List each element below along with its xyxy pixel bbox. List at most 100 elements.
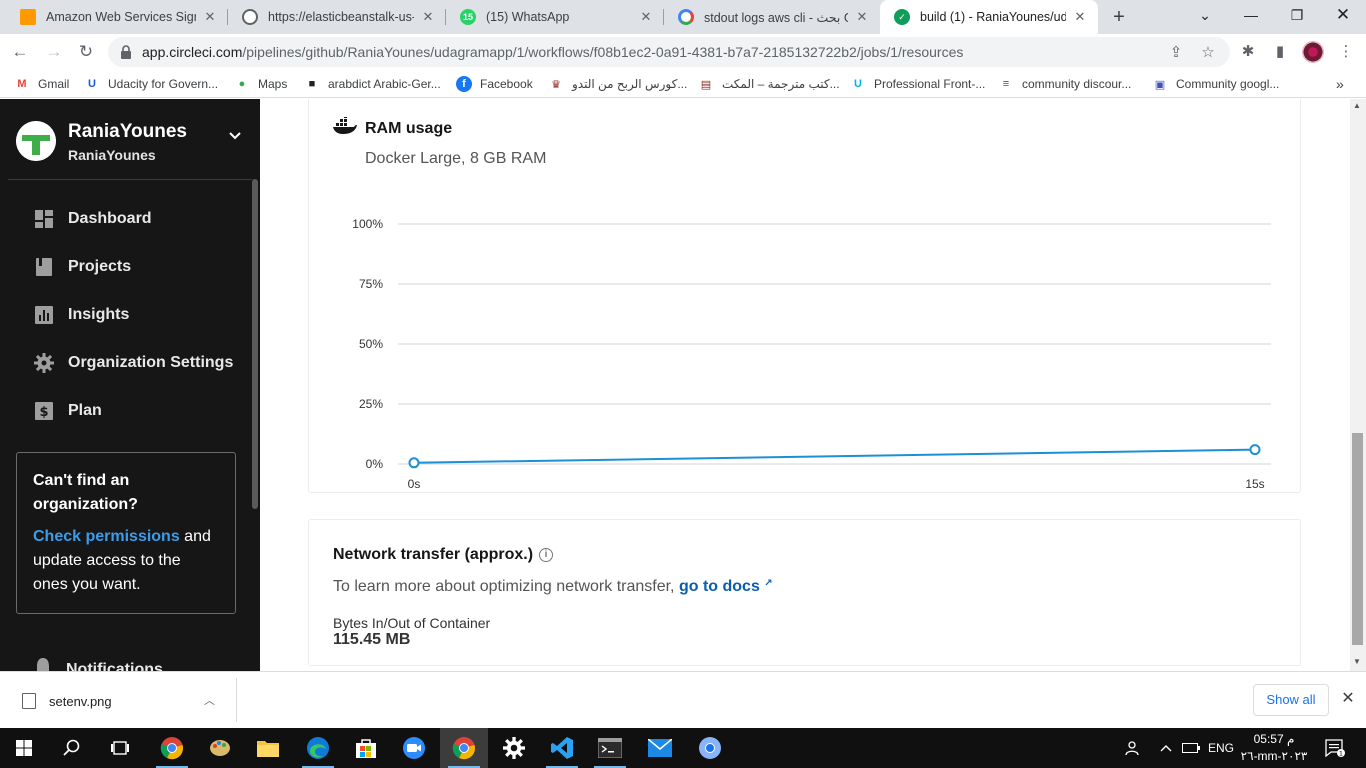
clock-time: 05:57 م	[1253, 732, 1295, 746]
store-icon[interactable]	[342, 728, 390, 768]
tab-aws[interactable]: Amazon Web Services Sign-In ✕	[6, 0, 228, 34]
discourse-icon: ≡	[1002, 78, 1010, 90]
tab-title: https://elasticbeanstalk-us-ea	[268, 10, 414, 24]
udacity-icon: U	[88, 78, 96, 90]
bookmark-community-discourse[interactable]: ≡ community discour...	[998, 75, 1132, 93]
page-scrollbar[interactable]: ▲ ▼	[1350, 99, 1366, 671]
chrome-active-icon[interactable]	[440, 728, 488, 768]
series-line	[413, 448, 1256, 464]
maps-pin-icon: ●	[238, 78, 246, 90]
org-avatar[interactable]	[16, 121, 56, 161]
arabdict-icon: ■	[308, 78, 316, 90]
paint-icon[interactable]	[196, 728, 244, 768]
tab-circleci-build[interactable]: ✓ build (1) - RaniaYounes/udag ✕	[880, 0, 1098, 34]
vscode-icon[interactable]	[538, 728, 586, 768]
info-icon[interactable]: i	[539, 548, 554, 562]
side-panel-icon[interactable]: ▮	[1270, 42, 1290, 62]
tab-search-button[interactable]: ⌄	[1182, 0, 1228, 30]
bookmark-star-icon[interactable]: ☆	[1198, 43, 1218, 63]
google-community-icon: ▣	[1154, 78, 1166, 91]
terminal-icon[interactable]	[586, 728, 634, 768]
close-icon[interactable]: ✕	[420, 9, 436, 25]
back-button[interactable]: ←	[8, 40, 32, 64]
show-all-button[interactable]: Show all	[1253, 684, 1329, 716]
download-filename: setenv.png	[49, 693, 112, 709]
chevron-up-icon[interactable]	[1156, 728, 1176, 768]
extensions-icon[interactable]: ✱	[1238, 42, 1258, 62]
bookmark-course[interactable]: ♛ كورس الربح من التدو...	[548, 75, 687, 93]
bookmark-maps[interactable]: ● Maps	[234, 75, 288, 93]
window-close-button[interactable]: ✕	[1320, 0, 1366, 30]
sidebar-item-notifications[interactable]: Notifications	[34, 657, 163, 671]
chrome-icon[interactable]	[148, 728, 196, 768]
notification-center-icon[interactable]: 1	[1320, 728, 1350, 768]
org-name[interactable]: RaniaYounes	[68, 121, 187, 143]
bookmark-facebook[interactable]: f Facebook	[456, 75, 533, 93]
chevron-down-icon[interactable]	[228, 129, 244, 145]
scrollbar-thumb[interactable]	[1352, 433, 1363, 645]
bookmark-community-google[interactable]: ▣ Community googl...	[1152, 75, 1280, 93]
sidebar-item-dashboard[interactable]: Dashboard	[0, 199, 252, 239]
data-point[interactable]	[408, 457, 420, 469]
close-icon[interactable]: ✕	[202, 9, 218, 25]
sidebar-scrollbar[interactable]	[252, 179, 258, 509]
network-title: Network transfer (approx.) i	[333, 546, 554, 564]
menu-kebab-icon[interactable]: ⋮	[1336, 42, 1356, 62]
scroll-up-arrow-icon[interactable]: ▲	[1353, 101, 1361, 110]
edge-icon[interactable]	[294, 728, 342, 768]
bookmark-professional[interactable]: U Professional Front-...	[850, 75, 985, 93]
download-bar: setenv.png ︿ Show all ✕	[0, 671, 1366, 728]
globe-icon	[242, 9, 258, 25]
circleci-success-icon: ✓	[894, 9, 910, 25]
go-to-docs-link[interactable]: go to docs ↗	[679, 578, 773, 595]
scroll-down-arrow-icon[interactable]: ▼	[1353, 657, 1361, 666]
share-icon[interactable]: ⇪	[1166, 43, 1186, 63]
reload-button[interactable]: ↻	[74, 40, 98, 64]
sidebar-item-organization-settings[interactable]: Organization Settings	[0, 343, 252, 383]
mail-icon[interactable]	[636, 728, 684, 768]
address-bar[interactable]: app.circleci.com/pipelines/github/RaniaY…	[108, 37, 1230, 67]
network-transfer-card: Network transfer (approx.) i To learn mo…	[308, 519, 1301, 666]
new-tab-button[interactable]: +	[1108, 6, 1130, 28]
windows-start-icon[interactable]	[0, 728, 48, 768]
tab-google-search[interactable]: stdout logs aws cli - بحث Goo ✕	[664, 0, 880, 34]
close-icon[interactable]: ✕	[638, 9, 654, 25]
language-indicator[interactable]: ENG	[1204, 728, 1238, 768]
bookmark-udacity[interactable]: U Udacity for Govern...	[84, 75, 218, 93]
zoom-icon[interactable]	[390, 728, 438, 768]
minimize-button[interactable]: —	[1228, 0, 1274, 30]
chevron-up-icon[interactable]: ︿	[204, 692, 215, 708]
sidebar-item-plan[interactable]: $ Plan	[0, 391, 252, 431]
battery-icon[interactable]	[1180, 728, 1202, 768]
profile-avatar[interactable]	[1302, 41, 1324, 63]
tab-elasticbeanstalk[interactable]: https://elasticbeanstalk-us-ea ✕	[228, 0, 446, 34]
search-icon[interactable]	[48, 728, 96, 768]
chrome-blue-icon[interactable]	[686, 728, 734, 768]
tab-title: build (1) - RaniaYounes/udag	[920, 10, 1066, 24]
people-icon[interactable]	[1120, 728, 1142, 768]
sidebar-item-insights[interactable]: Insights	[0, 295, 252, 335]
data-point[interactable]	[1249, 444, 1261, 456]
org-logo-icon	[16, 121, 56, 161]
bookmark-gmail[interactable]: M Gmail	[14, 75, 69, 93]
restore-button[interactable]: ❐	[1274, 0, 1320, 30]
file-explorer-icon[interactable]	[244, 728, 292, 768]
bookmark-books[interactable]: ▤ كتب مترجمة – المكت...	[698, 75, 840, 93]
close-icon[interactable]: ✕	[1338, 689, 1358, 709]
check-permissions-link[interactable]: Check permissions	[33, 528, 180, 545]
sidebar-item-projects[interactable]: Projects	[0, 247, 252, 287]
close-icon[interactable]: ✕	[854, 9, 870, 25]
task-view-icon[interactable]	[96, 728, 144, 768]
download-item[interactable]: setenv.png ︿	[14, 686, 236, 716]
trophy-icon: ♛	[551, 78, 561, 91]
bookmarks-overflow-chevron-icon[interactable]: »	[1336, 75, 1344, 93]
close-icon[interactable]: ✕	[1072, 9, 1088, 25]
tab-whatsapp[interactable]: 15 (15) WhatsApp ✕	[446, 0, 664, 34]
gmail-icon: M	[17, 78, 27, 90]
facebook-icon: f	[456, 76, 472, 92]
clock[interactable]: 05:57 م ٢٦-mm-٢٠٢٣	[1238, 731, 1310, 765]
sidebar-item-label: Insights	[68, 306, 130, 323]
bookmark-arabdict[interactable]: ■ arabdict Arabic-Ger...	[304, 75, 441, 93]
forward-button[interactable]: →	[42, 40, 66, 64]
settings-gear-icon[interactable]	[490, 728, 538, 768]
